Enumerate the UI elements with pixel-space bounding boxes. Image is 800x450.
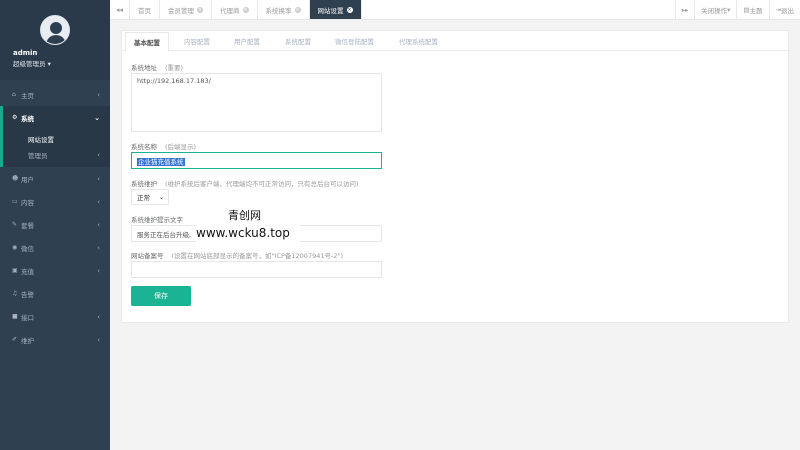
wrench-icon: ✐ (12, 336, 18, 343)
chevron-left-icon: ‹ (97, 90, 100, 99)
close-tab-icon[interactable]: × (346, 6, 353, 13)
chevron-left-icon: ‹ (97, 220, 100, 229)
tab-home[interactable]: 首页 (130, 0, 160, 19)
tab-agent-system-config[interactable]: 代理系统配置 (399, 31, 438, 51)
sidebar: admin 超级管理员 ▾ ⌂ 主页 ‹ ⚙ 系统 ⌄ 网站设置 管理员 ‹ ☻… (0, 0, 110, 450)
icp-label: 网站备案号 (设置在网站底部显示的备案号，如"ICP备12007941号-2") (131, 252, 343, 260)
wechat-icon: ◉ (12, 244, 18, 251)
sidebar-item-wechat[interactable]: ◉ 微信 ‹ (0, 236, 110, 259)
top-tab-bar: ◂◂ 首页 会员管理 × 代理商 × 系统换率 × 网站设置 × ▸▸ 关闭操作 ▾ ▤ 主… (110, 0, 800, 20)
tab-system-config[interactable]: 系统配置 (285, 31, 311, 51)
sidebar-item-api[interactable]: ■ 接口 ‹ (0, 305, 110, 328)
tab-members[interactable]: 会员管理 × (160, 0, 212, 19)
sidebar-item-alerts[interactable]: ♫ 告警 (0, 282, 110, 305)
tab-exchange-rate[interactable]: 系统换率 × (258, 0, 310, 19)
system-submenu: 网站设置 管理员 ‹ (0, 129, 110, 167)
gears-icon: ⚙ (12, 114, 18, 121)
save-button[interactable]: 保存 (131, 286, 191, 306)
sidebar-item-system[interactable]: ⚙ 系统 ⌄ (0, 106, 110, 129)
close-tab-icon[interactable]: × (294, 6, 301, 13)
watermark-line1: 青创网 (228, 209, 261, 222)
sidebar-item-users[interactable]: ☻ 用户 ‹ (0, 167, 110, 190)
profile-area: admin 超级管理员 ▾ (0, 0, 110, 80)
chevron-down-icon: ⌄ (158, 193, 164, 201)
double-chevron-left-icon: ◂◂ (115, 5, 124, 14)
home-icon: ⌂ (12, 91, 16, 98)
maintenance-label: 系统维护 (维护系统后客户端、代理端均不可正常访问，只有总后台可以访问) (131, 180, 359, 188)
chevron-left-icon: ‹ (97, 266, 100, 275)
avatar[interactable] (40, 15, 70, 45)
close-operations-dropdown[interactable]: 关闭操作 ▾ (694, 0, 736, 19)
chevron-left-icon: ‹ (97, 174, 100, 183)
tab-basic-config[interactable]: 基本配置 (125, 32, 169, 52)
profile-role-dropdown[interactable]: 超级管理员 ▾ (13, 58, 51, 68)
tab-content-config[interactable]: 内容配置 (184, 31, 210, 51)
watermark-line2: www.wcku8.top (196, 226, 290, 240)
sidebar-item-maintenance[interactable]: ✐ 维护 ‹ (0, 328, 110, 351)
sidebar-item-home[interactable]: ⌂ 主页 ‹ (0, 83, 110, 106)
chevron-left-icon: ‹ (97, 151, 100, 159)
sidebar-item-packages[interactable]: ✎ 套餐 ‹ (0, 213, 110, 236)
plug-icon: ■ (12, 313, 18, 320)
scroll-tabs-right-button[interactable]: ▸▸ (674, 0, 695, 19)
users-icon: ☻ (12, 175, 19, 182)
close-tab-icon[interactable]: × (242, 6, 249, 13)
close-tab-icon[interactable]: × (197, 6, 203, 13)
site-url-textarea[interactable]: http://192.168.17.183/ (131, 73, 382, 132)
logout-button[interactable]: ⇥ 退出 (768, 0, 800, 19)
sidebar-subitem-site-settings[interactable]: 网站设置 (3, 131, 110, 147)
sidebar-item-content[interactable]: ▭ 内容 ‹ (0, 190, 110, 213)
chevron-left-icon: ‹ (97, 243, 100, 252)
tab-site-settings[interactable]: 网站设置 × (309, 0, 362, 19)
settings-panel: 基本配置 内容配置 用户配置 系统配置 微信登陆配置 代理系统配置 系统地址 (重… (121, 30, 790, 323)
site-url-label: 系统地址 (重要) (131, 64, 184, 72)
chevron-left-icon: ‹ (97, 335, 100, 344)
site-name-input[interactable]: 企业猫充值系统 (131, 152, 382, 169)
chevron-left-icon: ‹ (97, 312, 100, 321)
inbox-icon: ▭ (12, 198, 18, 205)
sidebar-item-recharge[interactable]: ▣ 充值 ‹ (0, 259, 110, 282)
sidebar-subitem-admins[interactable]: 管理员 ‹ (3, 147, 110, 163)
maintenance-select[interactable]: 正常 ⌄ (131, 189, 169, 205)
tab-user-config[interactable]: 用户配置 (234, 31, 260, 51)
topbar-right-actions: ▸▸ 关闭操作 ▾ ▤ 主题 ⇥ 退出 (674, 0, 800, 19)
sidebar-nav: ⌂ 主页 ‹ ⚙ 系统 ⌄ 网站设置 管理员 ‹ ☻ 用户 ‹ ▭ 内容 ‹ ✎… (0, 83, 110, 351)
tab-agents[interactable]: 代理商 × (212, 0, 258, 19)
icp-input[interactable] (131, 261, 382, 278)
maintenance-text-label: 系统维护提示文字 (131, 216, 183, 224)
site-name-label: 系统名称 (后端显示) (131, 143, 197, 151)
chevron-down-icon: ⌄ (94, 113, 100, 122)
settings-tabs: 基本配置 内容配置 用户配置 系统配置 微信登陆配置 代理系统配置 (122, 31, 790, 52)
cart-icon: ▣ (12, 267, 18, 274)
chevron-left-icon: ‹ (97, 197, 100, 206)
bell-icon: ♫ (12, 290, 18, 297)
tab-wechat-login-config[interactable]: 微信登陆配置 (335, 31, 374, 51)
double-chevron-right-icon: ▸▸ (681, 5, 689, 14)
edit-icon: ✎ (12, 221, 18, 228)
watermark: 青创网 www.wcku8.top (196, 200, 300, 250)
scroll-tabs-left-button[interactable]: ◂◂ (110, 0, 130, 19)
profile-name: admin (13, 49, 38, 57)
theme-button[interactable]: ▤ 主题 (736, 0, 768, 19)
